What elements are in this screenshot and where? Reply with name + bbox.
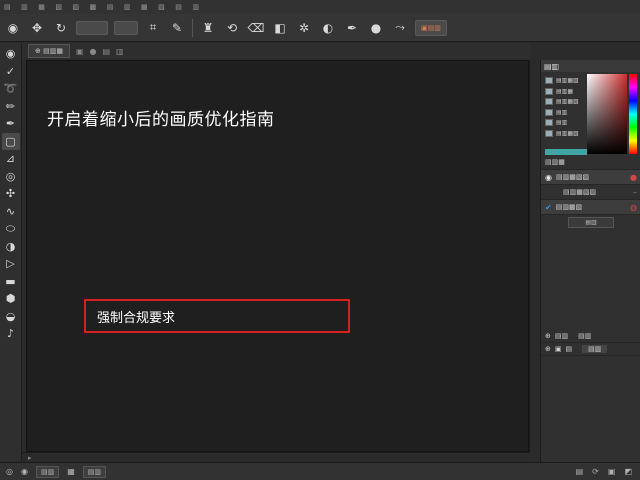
status-icon[interactable]: ▦ — [67, 467, 75, 476]
stamp-tool-icon[interactable]: ◎ — [2, 168, 20, 186]
tab-control-icon[interactable]: ● — [90, 47, 97, 56]
document-tab[interactable]: ⊕ ▤▥▦ — [28, 44, 70, 58]
move-icon[interactable]: ✥ — [28, 19, 46, 37]
options-toolbar: ◉ ✥ ↻ ⌗ ✎ ♜ ⟲ ⌫ ◧ ✲ ◐ ✒ ● ⤳ ▣▤▥ — [0, 14, 640, 42]
option-field[interactable] — [76, 20, 108, 35]
dodge-tool-icon[interactable]: ◑ — [2, 238, 20, 256]
paths-row[interactable]: ⊕ ▣ ▤ ▤▥ — [541, 343, 640, 356]
eye-icon[interactable]: ◉ — [545, 173, 552, 182]
option-field[interactable] — [114, 20, 138, 35]
menu-item[interactable]: ▤ — [4, 3, 11, 11]
menu-item[interactable]: ▥ — [21, 3, 28, 11]
path-tool-icon[interactable]: ▷ — [2, 255, 20, 273]
notice-text: 强制合规要求 — [97, 310, 176, 326]
separator — [192, 18, 193, 37]
swatch — [545, 119, 553, 127]
right-panel: ▤▥ ▤▥▦▧ ▤▥▦ ▤▥▦▧ ▤▥ ▤▥ ▤▥▦▧ ▤▥▦ ◉ ▤▥▦▧▨ ● … — [540, 60, 640, 462]
hue-slider[interactable] — [629, 74, 637, 154]
menu-item[interactable]: ▤ — [175, 3, 182, 11]
horizontal-scrollbar[interactable]: ▸ — [22, 452, 530, 462]
menu-item[interactable]: ▦ — [38, 3, 45, 11]
selection-tool-icon[interactable]: ▢ — [1, 132, 20, 150]
paths-panel: ⊕ ▤▥ ▤▥ ⊕ ▣ ▤ ▤▥ — [541, 330, 640, 356]
canvas-title: 开启着缩小后的画质优化指南 — [47, 110, 275, 130]
lock-icon[interactable]: ● — [630, 173, 637, 182]
image-canvas[interactable]: 开启着缩小后的画质优化指南 强制合规要求 — [26, 60, 529, 452]
wave-tool-icon[interactable]: ∿ — [2, 203, 20, 221]
layers-panel: ▤▥▦ ◉ ▤▥▦▧▨ ● ▤▥▦▧▨ – ✔ ▤▥▦▧ ◍ ▤▥ — [541, 155, 640, 230]
blur-tool-icon[interactable]: ⬭ — [2, 220, 20, 238]
swatch — [545, 77, 553, 85]
status-field[interactable]: ▤▥ — [35, 465, 60, 478]
document-tabs: ⊕ ▤▥▦ ▣ ● ▤ ▥ — [22, 43, 530, 59]
color-panel-header[interactable]: ▤▥ — [541, 60, 640, 72]
menu-item[interactable]: ▥ — [192, 3, 199, 11]
status-icon[interactable]: ⟳ — [592, 467, 599, 476]
status-right-icons: ▤ ⟳ ▣ ◩ — [576, 467, 640, 476]
menu-item[interactable]: ▩ — [90, 3, 97, 11]
menu-item[interactable]: ▧ — [55, 3, 62, 11]
eye-tool-icon[interactable]: ◉ — [2, 45, 20, 63]
lasso-icon[interactable]: ↻ — [52, 19, 70, 37]
check-icon[interactable]: ✔ — [545, 203, 552, 212]
history-icon[interactable]: ⟲ — [223, 19, 241, 37]
bucket-tool-icon[interactable]: ⊿ — [2, 150, 20, 168]
layer-row[interactable]: ✔ ▤▥▦▧ ◍ — [541, 200, 640, 215]
vertical-scrollbar[interactable] — [529, 60, 539, 452]
menu-item[interactable]: ▨ — [73, 3, 80, 11]
swatch — [545, 129, 553, 137]
brush-icon[interactable]: ✎ — [168, 19, 186, 37]
eraser-icon[interactable]: ⌫ — [247, 19, 265, 37]
pen-tool-icon[interactable]: ✒ — [2, 115, 20, 133]
status-icon[interactable]: ◉ — [21, 467, 28, 476]
lasso-tool-icon[interactable]: ➰ — [2, 80, 20, 98]
pen-icon[interactable]: ✒ — [343, 19, 361, 37]
fx-icon[interactable]: ◍ — [630, 203, 637, 212]
status-bar: ◎ ◉ ▤▥ ▦ ▤▥ ▤ ⟳ ▣ ◩ — [0, 462, 640, 480]
blur-icon[interactable]: ✲ — [295, 19, 313, 37]
eraser-tool-icon[interactable]: ◒ — [2, 308, 20, 326]
status-icon[interactable]: ◩ — [624, 467, 632, 476]
option-button[interactable]: ▣▤▥ — [415, 19, 447, 36]
paths-row[interactable]: ⊕ ▤▥ ▤▥ — [541, 330, 640, 343]
tab-control-icon[interactable]: ▥ — [116, 47, 124, 56]
cube-tool-icon[interactable]: ⬢ — [2, 290, 20, 308]
menu-bar: ▤ ▥ ▦ ▧ ▨ ▩ ▤ ▥ ▦ ▧ ▤ ▥ — [0, 0, 640, 14]
gradient-tool-icon[interactable]: ▬ — [2, 273, 20, 291]
layer-row[interactable]: ◉ ▤▥▦▧▨ ● — [541, 170, 640, 185]
layers-header[interactable]: ▤▥▦ — [541, 155, 640, 170]
color-panel: ▤▥▦▧ ▤▥▦ ▤▥▦▧ ▤▥ ▤▥ ▤▥▦▧ — [541, 72, 640, 160]
layer-row[interactable]: ▤▥▦▧▨ – — [541, 185, 640, 200]
menu-item[interactable]: ▥ — [124, 3, 131, 11]
tab-control-icon[interactable]: ▤ — [102, 47, 110, 56]
shape-icon[interactable]: ● — [367, 19, 385, 37]
type-icon[interactable]: ⤳ — [391, 19, 409, 37]
spray-tool-icon[interactable]: ✣ — [2, 185, 20, 203]
tools-panel: ◉ ✓ ➰ ✏ ✒ ▢ ⊿ ◎ ✣ ∿ ⬭ ◑ ▷ ▬ ⬢ ◒ ♪ — [0, 43, 22, 462]
menu-item[interactable]: ▦ — [141, 3, 148, 11]
menu-item[interactable]: ▧ — [158, 3, 165, 11]
check-tool-icon[interactable]: ✓ — [2, 63, 20, 81]
smudge-tool-icon[interactable]: ♪ — [2, 325, 20, 343]
status-icon[interactable]: ◎ — [6, 467, 13, 476]
color-picker-field[interactable] — [587, 74, 627, 154]
layer-button[interactable]: ▤▥ — [568, 217, 614, 228]
status-icon[interactable]: ▤ — [576, 467, 584, 476]
status-icon[interactable]: ▣ — [608, 467, 616, 476]
swatch — [545, 87, 553, 95]
more-icon[interactable]: – — [633, 188, 637, 197]
gradient-icon[interactable]: ◧ — [271, 19, 289, 37]
stamp-icon[interactable]: ♜ — [199, 19, 217, 37]
eye-icon[interactable]: ◉ — [4, 19, 22, 37]
swatch — [545, 98, 553, 106]
menu-item[interactable]: ▤ — [107, 3, 114, 11]
swatch — [545, 108, 553, 116]
brush-tool-icon[interactable]: ✏ — [2, 98, 20, 116]
dodge-icon[interactable]: ◐ — [319, 19, 337, 37]
status-field[interactable]: ▤▥ — [82, 465, 106, 478]
tab-control-icon[interactable]: ▣ — [76, 47, 84, 56]
crop-icon[interactable]: ⌗ — [144, 19, 162, 37]
notice-box: 强制合规要求 — [84, 299, 350, 333]
